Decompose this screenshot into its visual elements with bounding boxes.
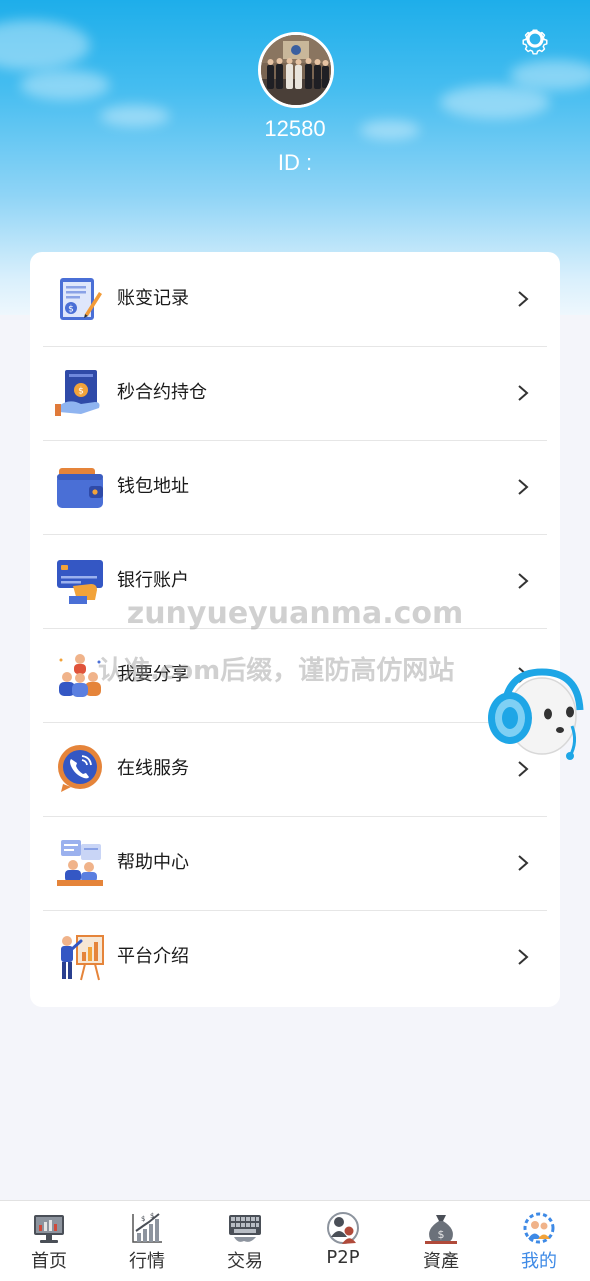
home-monitor-icon — [34, 1215, 64, 1243]
presentation-icon — [61, 935, 104, 981]
menu-item-platform-intro[interactable]: 平台介绍 — [43, 910, 547, 1004]
chevron-right-icon — [518, 479, 529, 495]
menu-item-online-service[interactable]: 在线服务 — [43, 722, 547, 817]
svg-text:$: $ — [438, 1228, 445, 1241]
menu-label: 平台介绍 — [117, 946, 189, 967]
cloud-decoration — [0, 20, 90, 70]
phone-chat-icon — [58, 745, 102, 792]
nav-tab-market[interactable]: $ $ 行情 — [98, 1201, 196, 1281]
svg-text:$: $ — [68, 305, 74, 315]
ledger-icon: $ — [60, 278, 102, 320]
menu-label: 帮助中心 — [117, 852, 189, 873]
avatar[interactable] — [258, 32, 334, 108]
menu-item-help-center[interactable]: 帮助中心 — [43, 816, 547, 911]
menu-label: 账变记录 — [117, 288, 189, 309]
nav-label: 交易 — [227, 1251, 263, 1272]
chevron-right-icon — [518, 949, 529, 965]
gear-icon[interactable] — [512, 16, 558, 62]
menu-label: 在线服务 — [117, 758, 189, 779]
menu-item-account-records[interactable]: $ 账变记录 — [43, 252, 547, 347]
help-center-icon — [57, 840, 103, 886]
nav-tab-home[interactable]: 首页 — [0, 1201, 98, 1281]
cloud-decoration — [20, 70, 110, 100]
menu-label: 秒合约持仓 — [117, 382, 207, 403]
nav-tab-mine[interactable]: 我的 — [490, 1201, 588, 1281]
svg-text:$: $ — [141, 1215, 145, 1223]
svg-text:$: $ — [78, 387, 84, 397]
menu-label: 银行账户 — [117, 570, 189, 591]
svg-text:$: $ — [150, 1212, 154, 1220]
nav-label: 行情 — [129, 1251, 165, 1272]
my-people-icon — [523, 1212, 555, 1244]
nav-tab-p2p[interactable]: P2P — [294, 1201, 392, 1281]
customer-service-float-button[interactable] — [486, 664, 586, 764]
cloud-decoration — [440, 85, 550, 119]
nav-tab-trade[interactable]: 交易 — [196, 1201, 294, 1281]
chevron-right-icon — [518, 385, 529, 401]
bottom-nav: 首页 $ $ 行情 交易 P2P $ 資產 我的 — [0, 1200, 590, 1281]
wallet-icon — [57, 468, 103, 508]
menu-item-contract-positions[interactable]: $ 秒合约持仓 — [43, 346, 547, 441]
contract-icon: $ — [55, 370, 100, 416]
nav-tab-assets[interactable]: $ 資產 — [392, 1201, 490, 1281]
p2p-icon — [327, 1212, 359, 1244]
chevron-right-icon — [518, 855, 529, 871]
chevron-right-icon — [518, 291, 529, 307]
cloud-decoration — [510, 60, 590, 90]
nav-label: 資產 — [423, 1251, 459, 1272]
share-people-icon — [59, 654, 101, 697]
menu-label: 钱包地址 — [117, 476, 189, 497]
menu-card: $ 账变记录 $ 秒合约持仓 钱包地址 银行账户 我要分享 在线服务 帮助中心 … — [30, 252, 560, 1007]
money-bag-icon: $ — [425, 1215, 457, 1244]
menu-item-wallet-address[interactable]: 钱包地址 — [43, 440, 547, 535]
avatar-photo — [261, 35, 331, 105]
nav-label: 首页 — [31, 1251, 67, 1272]
bank-card-icon — [57, 560, 103, 604]
menu-item-bank-account[interactable]: 银行账户 — [43, 534, 547, 629]
nav-label: P2P — [326, 1247, 360, 1268]
nav-label: 我的 — [521, 1251, 557, 1272]
username: 12580 — [264, 116, 326, 141]
chevron-right-icon — [518, 573, 529, 589]
menu-item-share[interactable]: 我要分享 — [43, 628, 547, 723]
market-chart-icon: $ $ — [132, 1212, 162, 1243]
menu-label: 我要分享 — [117, 664, 189, 685]
user-id: ID : — [277, 150, 313, 175]
keyboard-icon — [229, 1215, 261, 1242]
